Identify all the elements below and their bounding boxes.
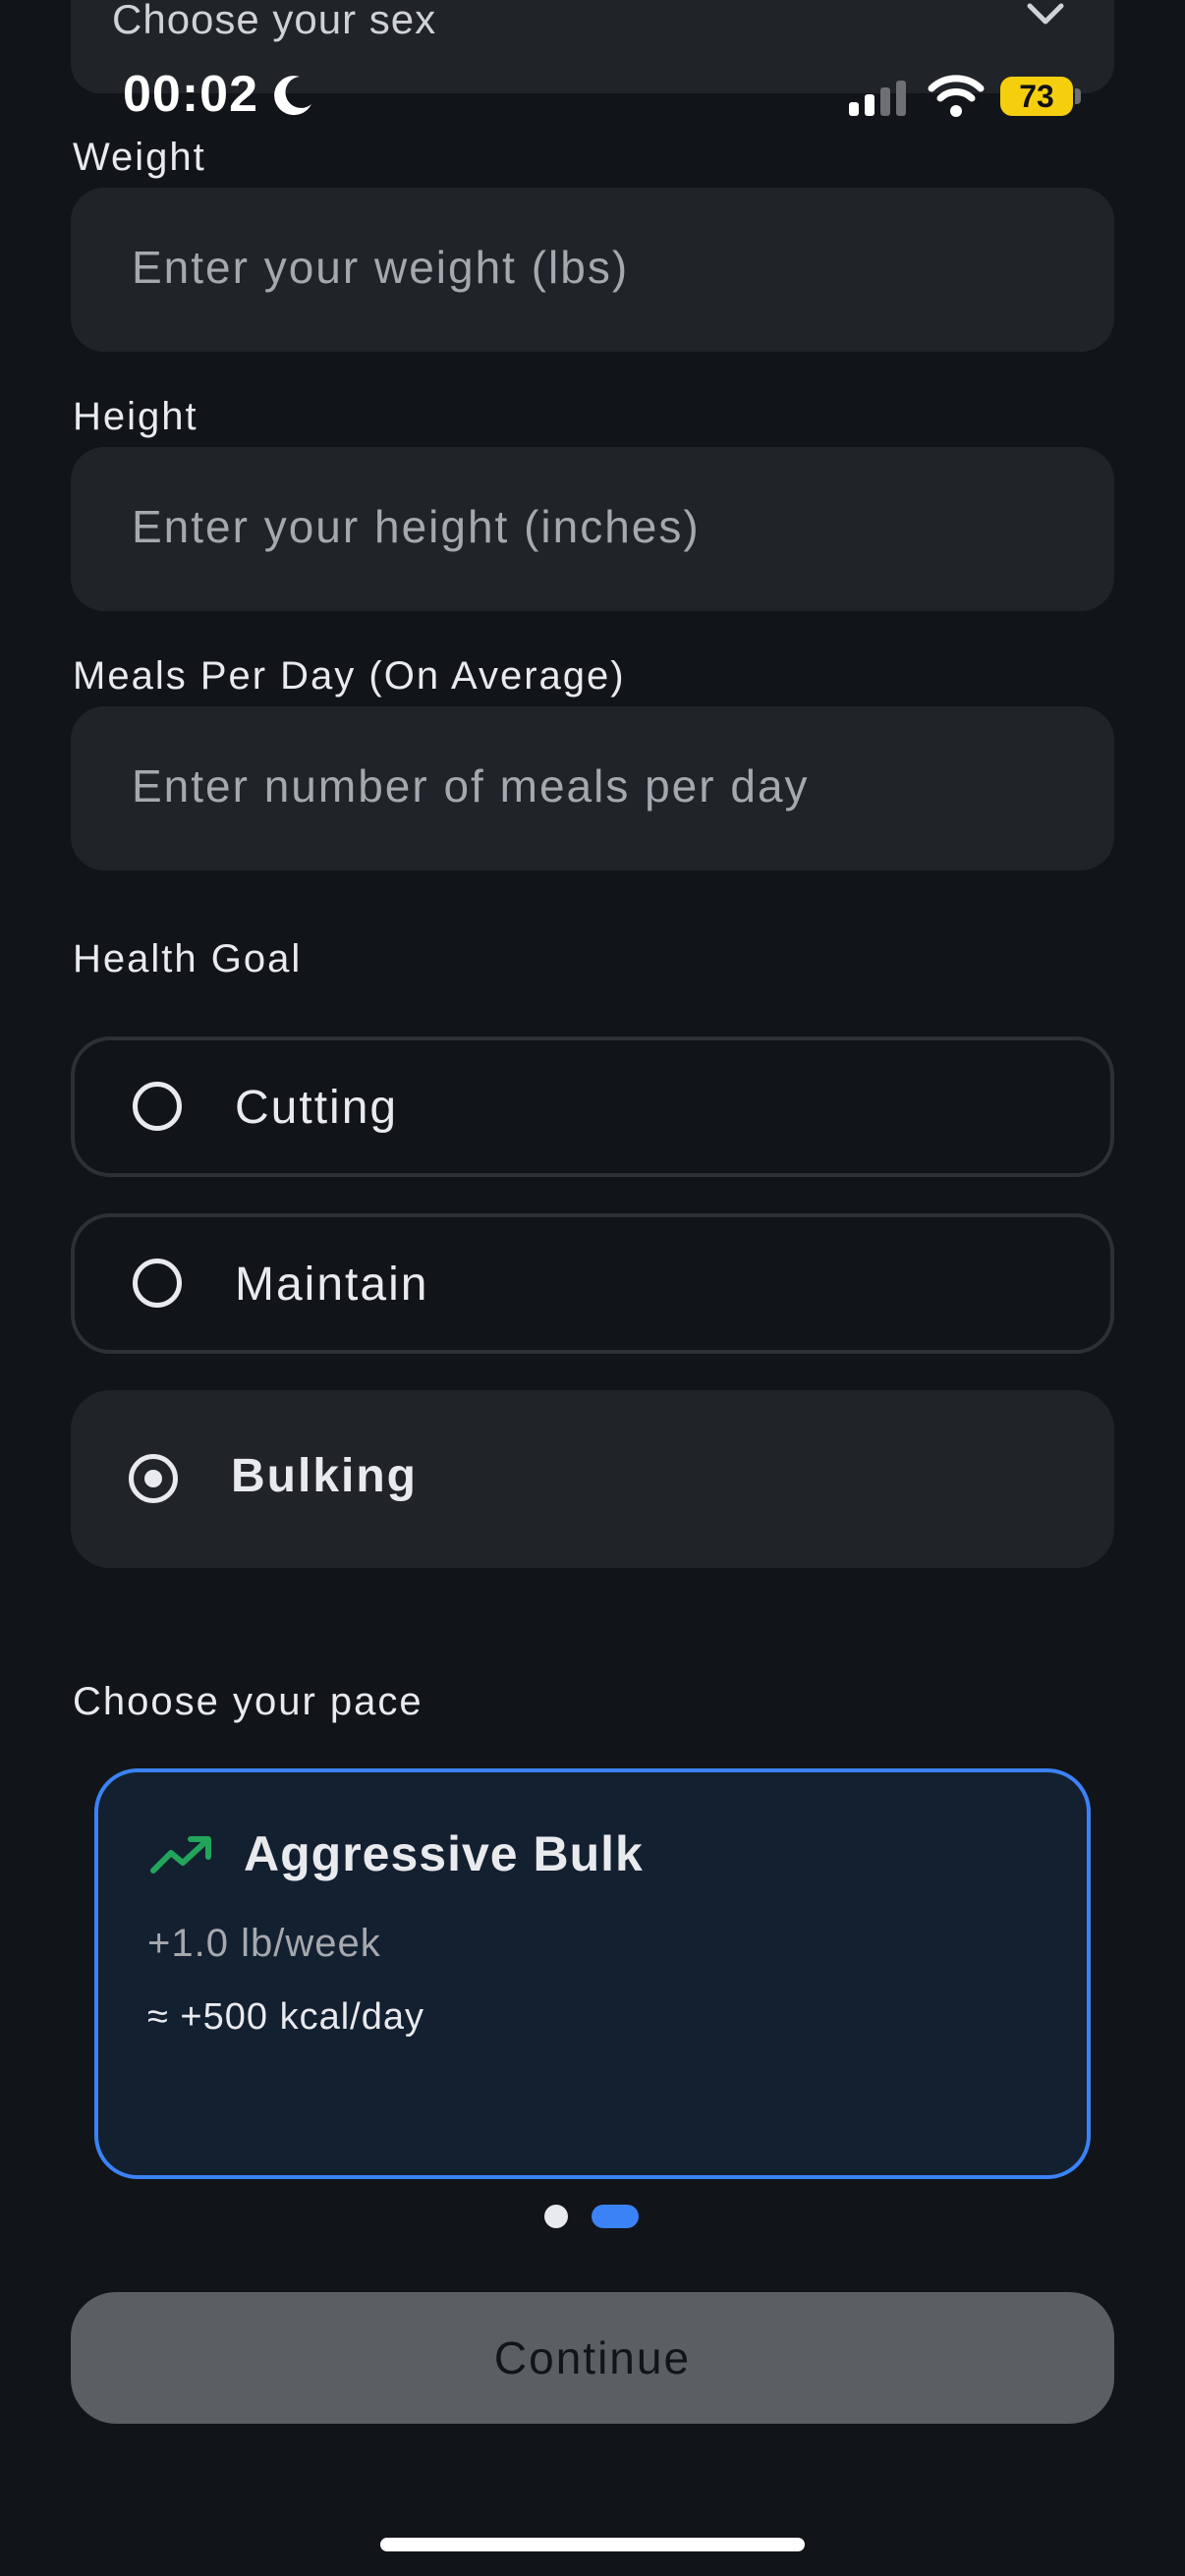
goal-option-cutting[interactable]: Cutting — [71, 1036, 1114, 1177]
wifi-icon — [928, 75, 985, 117]
pagination-dot-active[interactable] — [592, 2205, 639, 2228]
status-time: 00:02 — [123, 66, 258, 123]
radio-icon — [133, 1082, 182, 1131]
battery-icon: 73 — [1000, 77, 1073, 116]
pace-label: Choose your pace — [73, 1680, 423, 1723]
height-placeholder: Enter your height (inches) — [132, 501, 701, 552]
weight-label: Weight — [73, 136, 206, 179]
moon-icon — [274, 76, 311, 116]
home-indicator[interactable] — [380, 2538, 805, 2551]
goal-option-label: Bulking — [231, 1450, 418, 1502]
pace-card-rate: +1.0 lb/week — [147, 1922, 381, 1965]
sex-select-placeholder: Choose your sex — [112, 0, 437, 42]
radio-selected-icon — [129, 1454, 178, 1503]
pace-card-title: Aggressive Bulk — [244, 1826, 644, 1881]
continue-button[interactable]: Continue — [71, 2292, 1114, 2424]
chevron-down-icon — [1027, 3, 1064, 25]
meals-placeholder: Enter number of meals per day — [132, 760, 810, 812]
pace-card-kcal: ≈ +500 kcal/day — [147, 1996, 424, 2038]
radio-dot — [144, 1470, 162, 1487]
height-input[interactable]: Enter your height (inches) — [71, 447, 1114, 611]
radio-icon — [133, 1259, 182, 1308]
signal-icon — [849, 81, 906, 116]
meals-input[interactable]: Enter number of meals per day — [71, 706, 1114, 870]
goal-option-maintain[interactable]: Maintain — [71, 1213, 1114, 1354]
pace-card-aggressive-bulk[interactable]: Aggressive Bulk +1.0 lb/week ≈ +500 kcal… — [94, 1768, 1091, 2179]
trending-up-icon — [150, 1836, 211, 1874]
height-label: Height — [73, 395, 198, 438]
goal-option-label: Cutting — [235, 1082, 399, 1134]
battery-tip — [1075, 88, 1081, 104]
meals-label: Meals Per Day (On Average) — [73, 654, 626, 698]
weight-input[interactable]: Enter your weight (lbs) — [71, 188, 1114, 352]
weight-placeholder: Enter your weight (lbs) — [132, 242, 630, 293]
pagination-dot[interactable] — [544, 2205, 568, 2228]
goal-option-bulking[interactable]: Bulking — [71, 1390, 1114, 1568]
health-goal-label: Health Goal — [73, 937, 303, 980]
goal-option-label: Maintain — [235, 1259, 429, 1311]
